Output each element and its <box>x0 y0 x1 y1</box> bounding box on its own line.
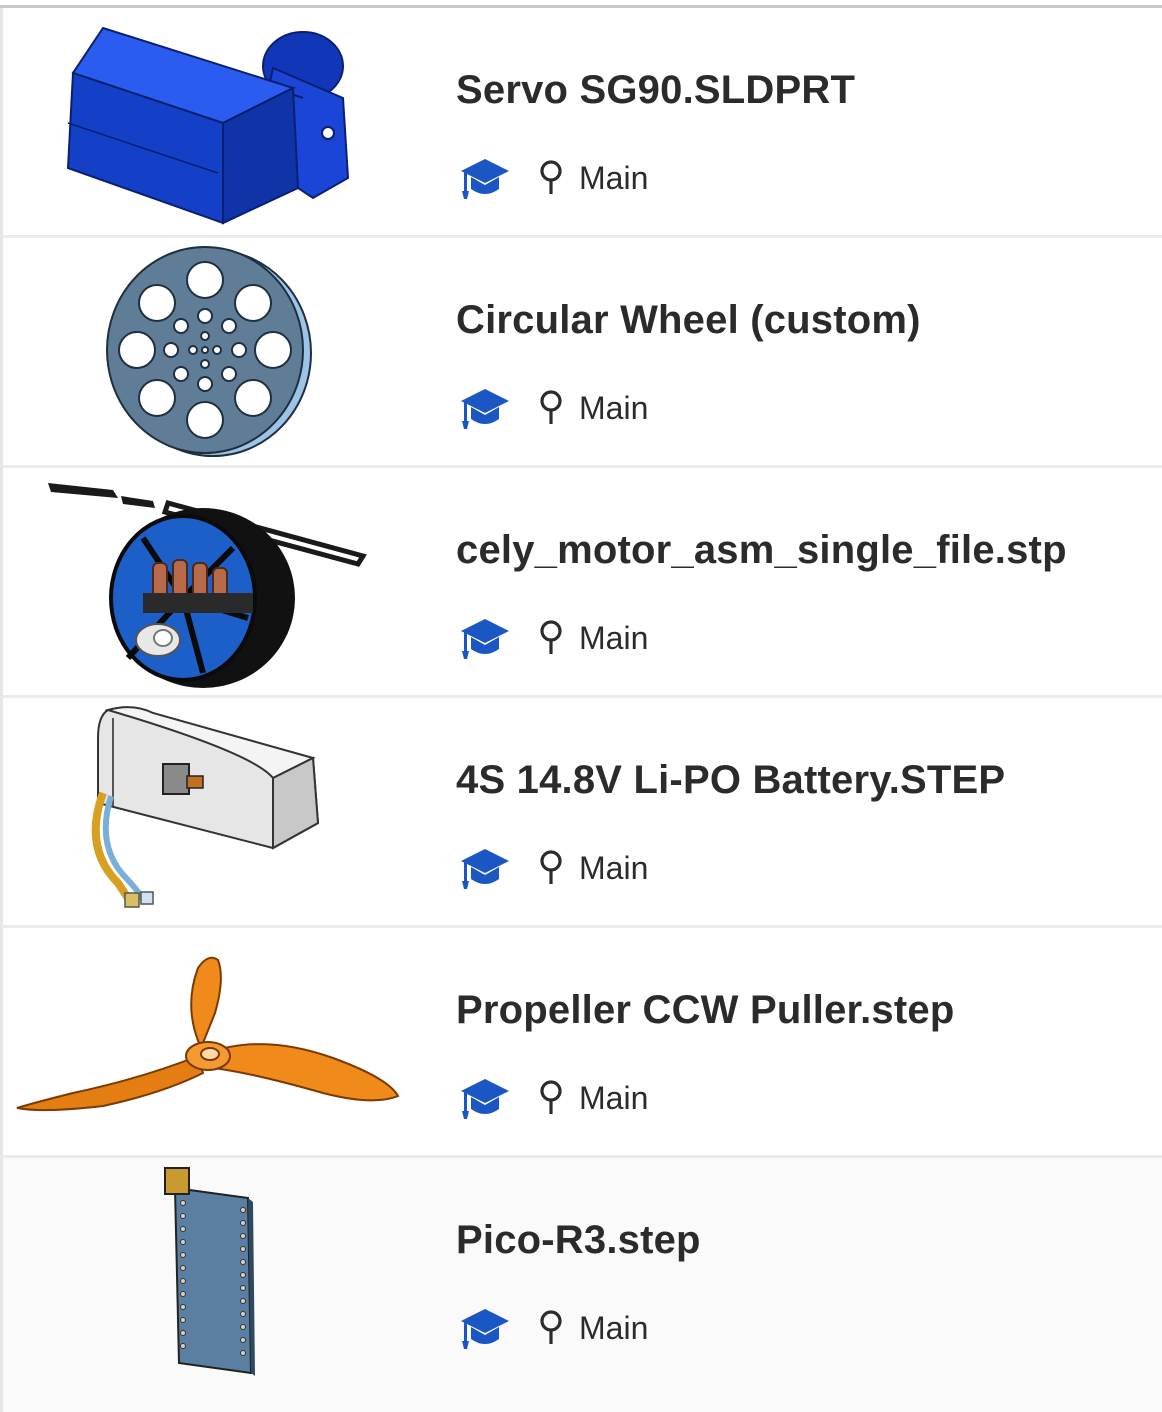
document-title[interactable]: cely_motor_asm_single_file.stp <box>456 528 1067 573</box>
graduation-cap-icon <box>459 385 511 431</box>
branch-indicator[interactable]: Main <box>537 1310 648 1347</box>
branch-indicator[interactable]: Main <box>537 160 648 197</box>
document-row[interactable]: 4S 14.8V Li-PO Battery.STEP Main <box>0 698 1162 928</box>
branch-pin-icon <box>537 1080 565 1116</box>
document-meta: Main <box>459 152 648 204</box>
document-row[interactable]: Pico-R3.step Main <box>0 1158 1162 1412</box>
top-divider <box>0 0 1162 8</box>
branch-label: Main <box>579 849 649 886</box>
document-row[interactable]: Circular Wheel (custom) Main <box>0 238 1162 468</box>
document-meta: Main <box>459 842 648 894</box>
document-title[interactable]: Circular Wheel (custom) <box>456 298 921 343</box>
motor-thumbnail <box>3 468 423 695</box>
document-list: Servo SG90.SLDPRT Main Circular Wheel (c… <box>0 8 1162 1412</box>
document-meta: Main <box>459 382 648 434</box>
branch-pin-icon <box>537 390 565 426</box>
battery-thumbnail <box>3 698 423 925</box>
branch-pin-icon <box>537 1310 565 1346</box>
graduation-cap-icon <box>459 1075 511 1121</box>
document-row[interactable]: Propeller CCW Puller.step Main <box>0 928 1162 1158</box>
branch-pin-icon <box>537 850 565 886</box>
wheel-thumbnail <box>3 238 423 465</box>
branch-indicator[interactable]: Main <box>537 390 648 427</box>
branch-indicator[interactable]: Main <box>537 620 648 657</box>
document-title[interactable]: 4S 14.8V Li-PO Battery.STEP <box>456 758 1005 803</box>
document-meta: Main <box>459 1302 648 1354</box>
pico-board-thumbnail <box>3 1158 423 1412</box>
branch-label: Main <box>579 1309 649 1346</box>
graduation-cap-icon <box>459 845 511 891</box>
branch-pin-icon <box>537 620 565 656</box>
document-meta: Main <box>459 612 648 664</box>
branch-indicator[interactable]: Main <box>537 850 648 887</box>
graduation-cap-icon <box>459 155 511 201</box>
document-title[interactable]: Propeller CCW Puller.step <box>456 988 954 1033</box>
document-title[interactable]: Servo SG90.SLDPRT <box>456 68 855 113</box>
document-meta: Main <box>459 1072 648 1124</box>
branch-label: Main <box>579 619 649 656</box>
branch-label: Main <box>579 1079 649 1116</box>
document-row[interactable]: Servo SG90.SLDPRT Main <box>0 8 1162 238</box>
branch-label: Main <box>579 389 649 426</box>
branch-pin-icon <box>537 160 565 196</box>
document-title[interactable]: Pico-R3.step <box>456 1218 701 1263</box>
propeller-thumbnail <box>3 928 423 1155</box>
branch-label: Main <box>579 159 649 196</box>
branch-indicator[interactable]: Main <box>537 1080 648 1117</box>
document-row[interactable]: cely_motor_asm_single_file.stp Main <box>0 468 1162 698</box>
graduation-cap-icon <box>459 1305 511 1351</box>
servo-thumbnail <box>3 8 423 235</box>
graduation-cap-icon <box>459 615 511 661</box>
